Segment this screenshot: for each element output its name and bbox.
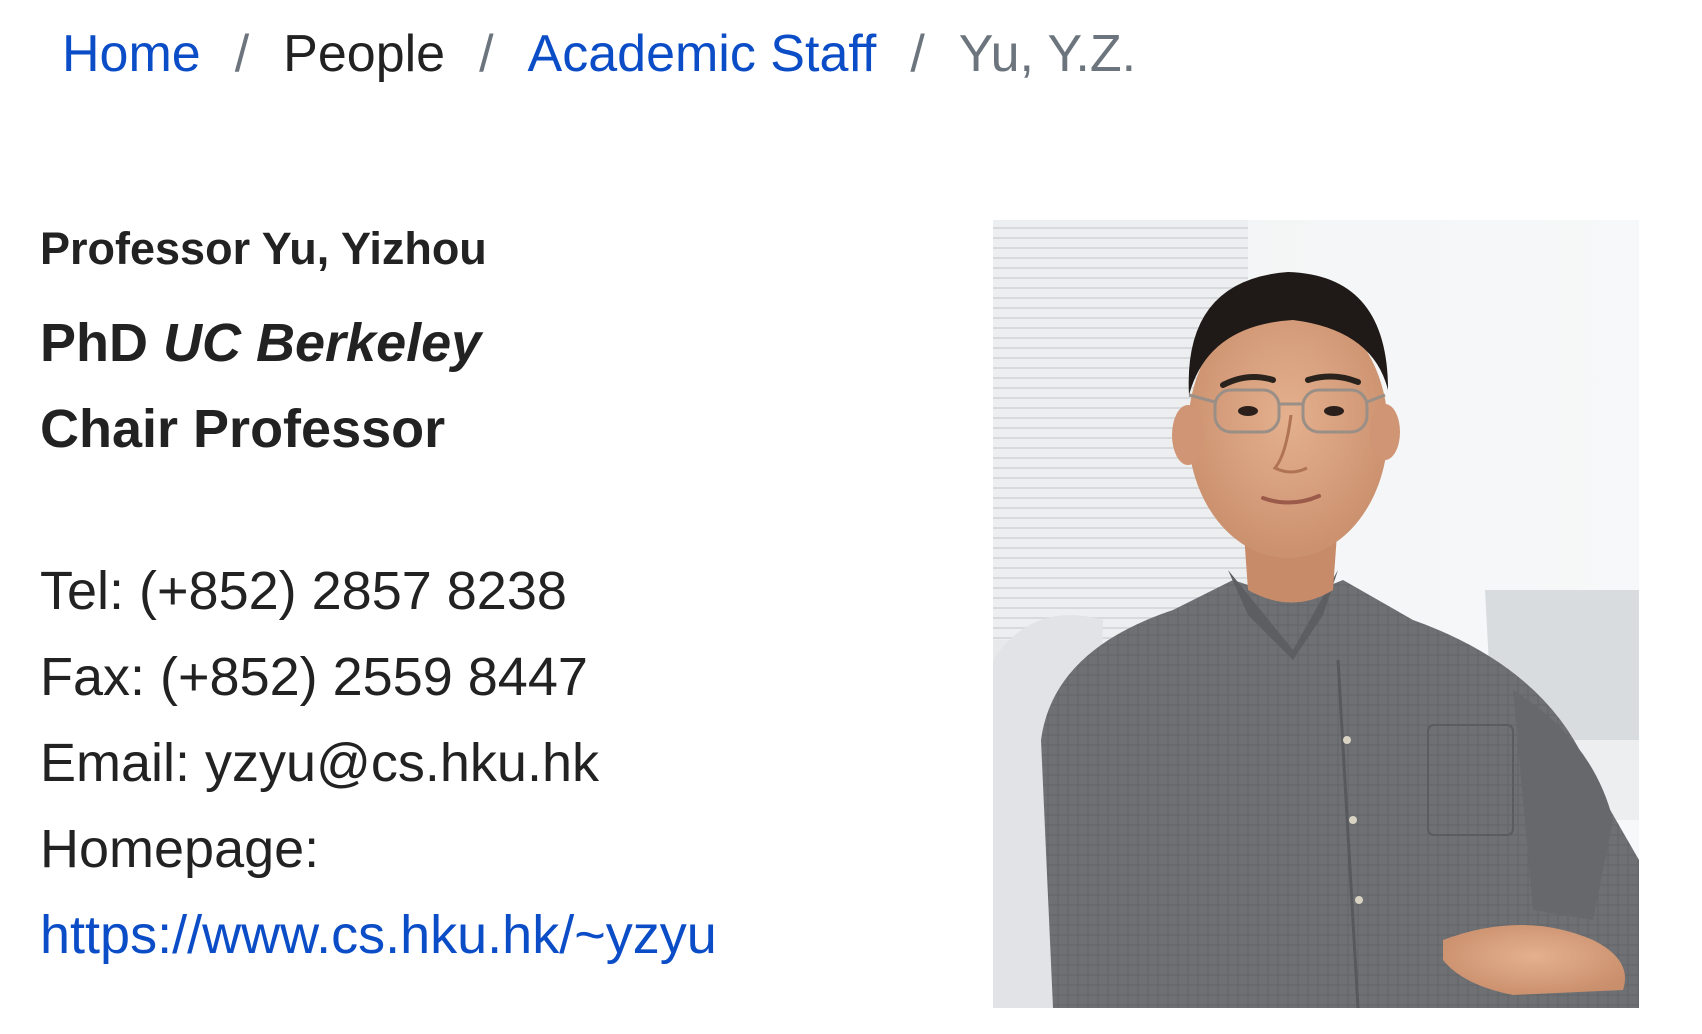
profile-position: Chair Professor <box>40 399 446 459</box>
profile-info: Professor Yu, Yizhou PhD UC Berkeley Cha… <box>40 220 940 978</box>
breadcrumb-separator: / <box>234 25 250 83</box>
contact-details: Tel: (+852) 2857 8238 Fax: (+852) 2559 8… <box>40 548 940 978</box>
contact-tel: Tel: (+852) 2857 8238 <box>40 561 567 621</box>
breadcrumb-academic-staff-link[interactable]: Academic Staff <box>528 24 877 84</box>
profile-name: Professor Yu, Yizhou <box>40 223 487 274</box>
degree-institution: UC Berkeley <box>163 313 482 373</box>
profile-photo <box>993 220 1639 1008</box>
breadcrumb-current: Yu, Y.Z. <box>958 25 1137 83</box>
homepage-link[interactable]: https://www.cs.hku.hk/~yzyu <box>40 905 717 965</box>
degree-title: PhD <box>40 313 148 373</box>
breadcrumb-people: People <box>283 25 446 83</box>
contact-email: Email: yzyu@cs.hku.hk <box>40 733 599 793</box>
breadcrumb-separator: / <box>479 25 494 83</box>
profile-degree: PhD UC Berkeley <box>40 300 940 386</box>
breadcrumb: Home / People / Academic Staff / Yu, Y.Z… <box>62 18 1136 90</box>
homepage-label: Homepage: <box>40 819 320 879</box>
breadcrumb-separator: / <box>910 25 925 83</box>
profile-photo-illustration <box>993 220 1639 1008</box>
breadcrumb-home-link[interactable]: Home <box>62 24 201 84</box>
contact-fax: Fax: (+852) 2559 8447 <box>40 647 588 707</box>
